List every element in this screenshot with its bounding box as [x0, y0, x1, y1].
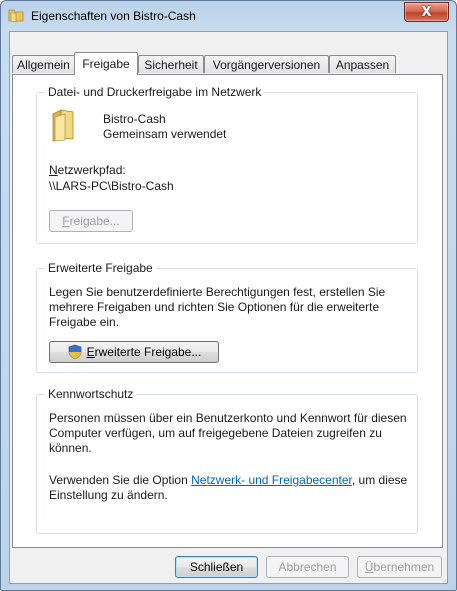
apply-button[interactable]: Übernehmen — [357, 556, 442, 578]
password-protection-description: Personen müssen über ein Benutzerkonto u… — [49, 411, 407, 455]
uac-shield-icon — [68, 344, 81, 360]
network-sharing-group: Datei- und Druckerfreigabe im Netzwerk B… — [36, 85, 418, 244]
tab-anpassen[interactable]: Anpassen — [329, 55, 396, 73]
network-path-value: \\LARS-PC\Bistro-Cash — [49, 179, 174, 193]
network-path-label: Netzwerkpfad: — [49, 163, 126, 177]
network-sharing-legend: Datei- und Druckerfreigabe im Netzwerk — [45, 85, 265, 99]
password-protection-option: Verwenden Sie die Option Netzwerk- und F… — [49, 473, 408, 502]
advanced-sharing-button[interactable]: Erweiterte Freigabe... — [49, 341, 219, 363]
tab-vorgaengerversionen[interactable]: Vorgängerversionen — [204, 55, 329, 73]
shared-folder-icon — [52, 109, 74, 142]
advanced-sharing-description: Legen Sie benutzerdefinierte Berechtigun… — [49, 285, 386, 329]
title-bar[interactable]: Eigenschaften von Bistro-Cash X — [1, 1, 456, 31]
freigabe-panel: Datei- und Druckerfreigabe im Netzwerk B… — [12, 74, 443, 548]
password-protection-legend: Kennwortschutz — [45, 387, 137, 401]
tab-allgemein[interactable]: Allgemein — [12, 55, 75, 73]
advanced-sharing-legend: Erweiterte Freigabe — [45, 261, 156, 275]
cancel-button[interactable]: Abbrechen — [266, 556, 349, 578]
dialog-client-area: Allgemein Freigabe Sicherheit Vorgängerv… — [9, 31, 448, 584]
folder-share-status: Gemeinsam verwendet — [103, 127, 227, 141]
close-icon: X — [421, 4, 432, 20]
properties-window: Eigenschaften von Bistro-Cash X Allgemei… — [0, 0, 457, 591]
folder-icon — [8, 9, 24, 23]
tab-freigabe[interactable]: Freigabe — [74, 52, 138, 75]
close-window-button[interactable]: X — [404, 2, 449, 22]
tab-sicherheit[interactable]: Sicherheit — [138, 55, 204, 73]
password-protection-group: Kennwortschutz Personen müssen über ein … — [36, 387, 418, 534]
window-title: Eigenschaften von Bistro-Cash — [31, 9, 196, 23]
close-button[interactable]: Schließen — [175, 556, 258, 578]
share-button[interactable]: Freigabe... — [49, 210, 133, 232]
folder-name: Bistro-Cash — [103, 112, 166, 126]
advanced-sharing-group: Erweiterte Freigabe Legen Sie benutzerde… — [36, 261, 418, 373]
network-sharing-center-link[interactable]: Netzwerk- und Freigabecenter — [191, 473, 352, 487]
